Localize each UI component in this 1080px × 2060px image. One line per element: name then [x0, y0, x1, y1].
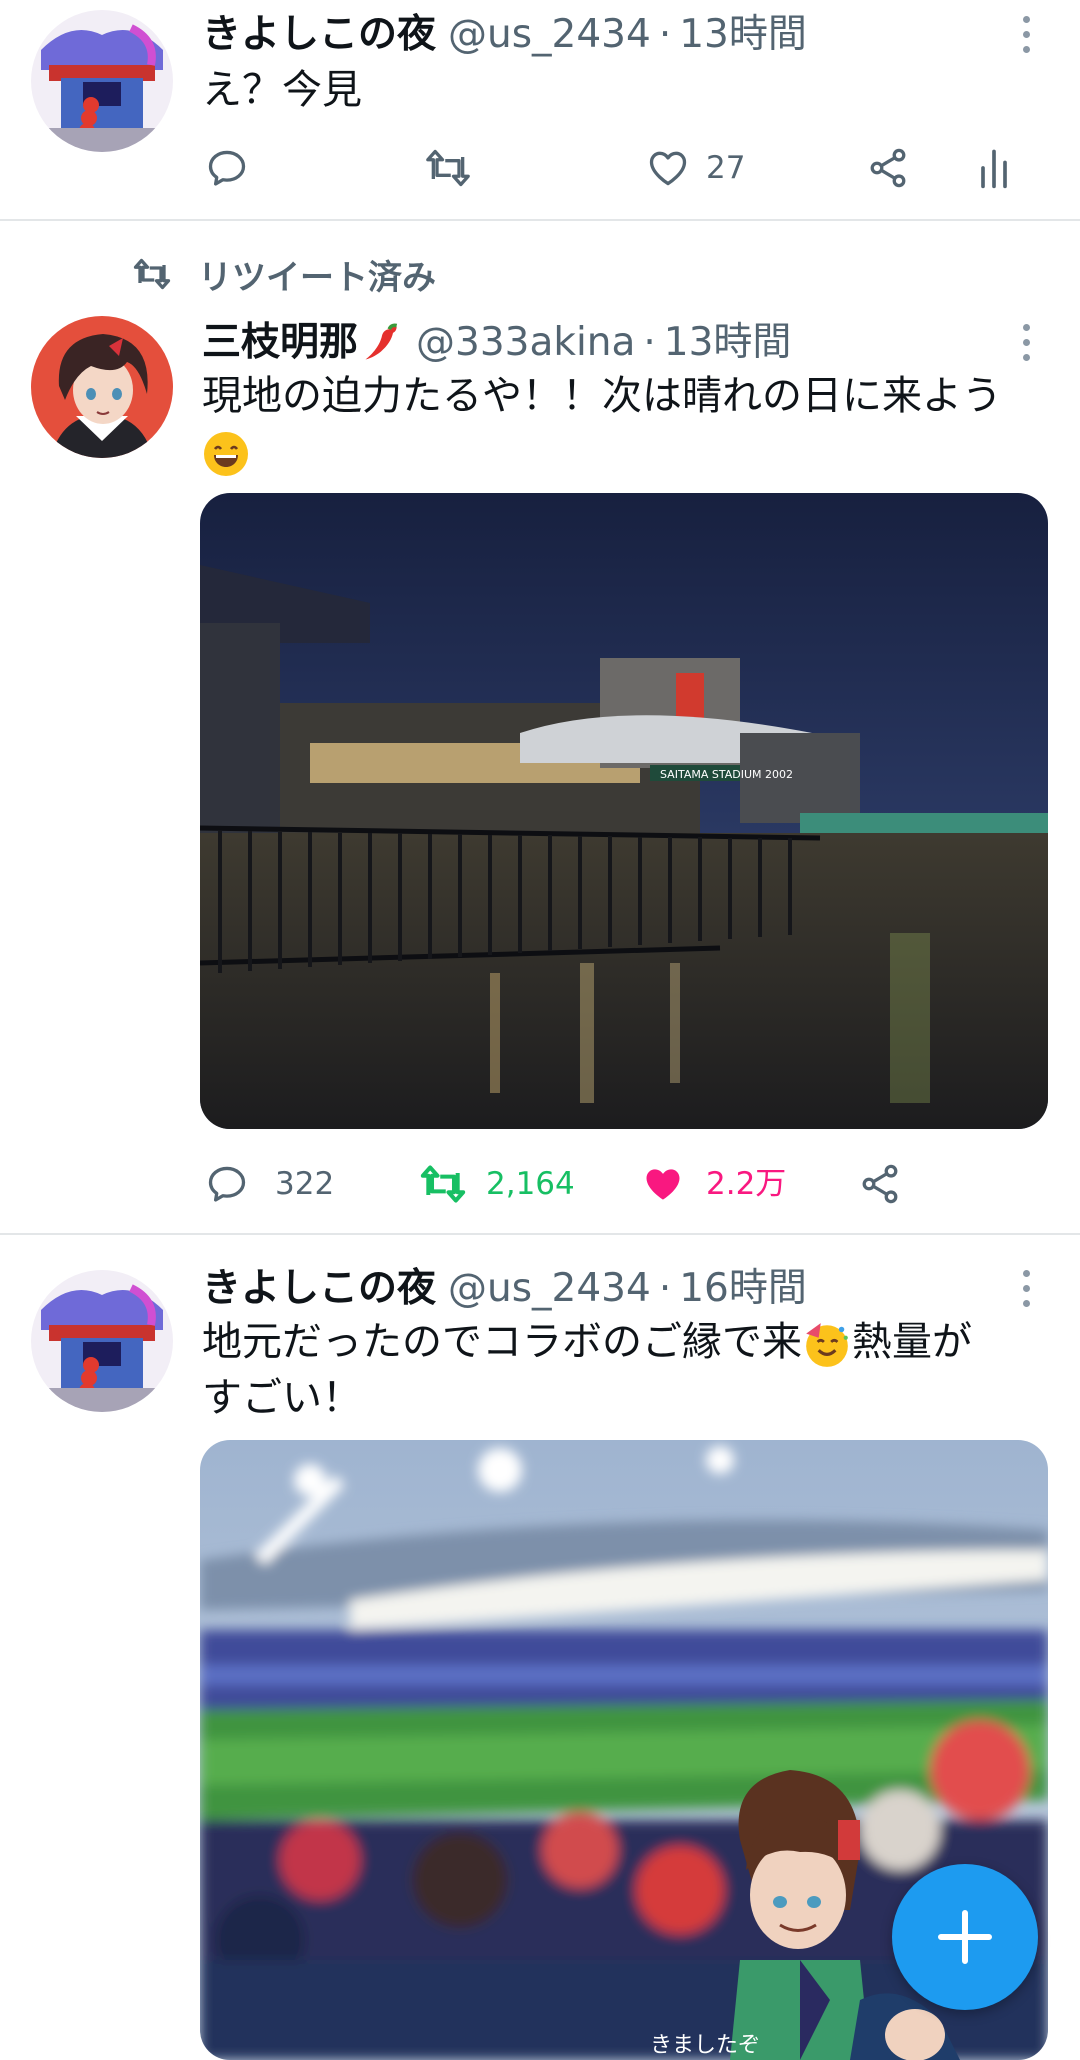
tweet-1[interactable]: きよしこの夜 @us_2434 · 13時間 え？今見 27 — [0, 0, 1080, 220]
reply-button[interactable]: 322 — [205, 1154, 334, 1214]
tweet-text: え？今見 — [202, 67, 362, 113]
stadium-sign-text: SAITAMA STADIUM 2002 — [660, 768, 793, 781]
tweet-divider — [0, 1233, 1080, 1235]
user-handle: @333akina — [416, 320, 636, 365]
display-name[interactable]: 三枝明那 — [202, 316, 358, 370]
handwritten-caption: きましたぞ — [650, 2033, 760, 2058]
share-button[interactable] — [858, 1154, 902, 1214]
more-options-icon[interactable] — [1014, 10, 1040, 60]
analytics-button[interactable] — [976, 138, 1012, 198]
tweet-image-stadium[interactable]: SAITAMA STADIUM 2002 — [200, 493, 1048, 1129]
tweet-header: きよしこの夜 @us_2434 · 16時間 — [202, 1262, 807, 1316]
tweet-text-line: 地元だったのでコラボのご縁で来 — [202, 1319, 802, 1365]
retweet-count: 2,164 — [486, 1166, 575, 1202]
display-name[interactable]: きよしこの夜 — [202, 8, 436, 62]
heart-icon — [649, 151, 687, 186]
tweet-header: きよしこの夜 @us_2434 · 13時間 — [202, 8, 807, 62]
more-options-icon[interactable] — [1014, 1264, 1040, 1314]
retweet-icon — [133, 258, 171, 290]
compose-plus-icon — [938, 1910, 992, 1964]
retweet-icon — [426, 149, 470, 187]
retweet-icon — [420, 1165, 466, 1203]
tweet-text-line: 熱量が — [852, 1319, 972, 1365]
retweeted-indicator: リツイート済み — [130, 250, 436, 298]
like-count: 27 — [706, 150, 746, 186]
avatar[interactable] — [31, 10, 173, 152]
reply-icon — [208, 150, 246, 186]
more-options-icon[interactable] — [1014, 318, 1040, 368]
tweet-text: 現地の迫力たるや！！次は晴れの日に来よう — [202, 368, 1052, 480]
avatar[interactable] — [31, 316, 173, 458]
grinning-face-emoji-icon — [204, 432, 248, 476]
reply-button[interactable] — [205, 138, 249, 198]
tweet-divider — [0, 219, 1080, 221]
separator-dot: · — [643, 320, 656, 365]
display-name[interactable]: きよしこの夜 — [202, 1262, 436, 1316]
chili-pepper-emoji-icon — [365, 323, 398, 360]
retweet-button[interactable] — [424, 138, 472, 198]
separator-dot: · — [658, 1266, 672, 1311]
timestamp[interactable]: 13時間 — [664, 316, 792, 370]
user-handle: @us_2434 — [448, 1266, 651, 1311]
heart-icon — [646, 1169, 680, 1200]
partying-face-emoji-icon — [806, 1323, 848, 1367]
tweet-text-line: 現地の迫力たるや！！次は晴れの日に来よう — [202, 373, 1002, 419]
tweet-header: 三枝明那 @333akina · 13時間 — [202, 316, 791, 370]
timestamp[interactable]: 13時間 — [679, 8, 807, 62]
user-handle: @us_2434 — [448, 12, 651, 57]
retweet-button[interactable]: 2,164 — [418, 1154, 575, 1214]
share-icon — [862, 1164, 898, 1204]
share-icon — [870, 148, 906, 188]
reply-count: 322 — [275, 1166, 335, 1202]
separator-dot: · — [658, 12, 672, 57]
tweet-text-line: すごい！ — [202, 1375, 362, 1421]
avatar[interactable] — [31, 1270, 173, 1412]
share-button[interactable] — [866, 138, 910, 198]
retweeted-label: リツイート済み — [198, 257, 436, 298]
analytics-icon — [981, 149, 1007, 189]
like-button[interactable]: 2.2万 — [640, 1154, 786, 1214]
tweet-text: 地元だったのでコラボのご縁で来 熱量が すごい！ — [202, 1314, 1052, 1426]
compose-tweet-button[interactable] — [892, 1864, 1038, 2010]
like-count: 2.2万 — [706, 1166, 787, 1202]
reply-icon — [208, 1166, 246, 1202]
like-button[interactable]: 27 — [646, 138, 745, 198]
timestamp[interactable]: 16時間 — [679, 1262, 807, 1316]
